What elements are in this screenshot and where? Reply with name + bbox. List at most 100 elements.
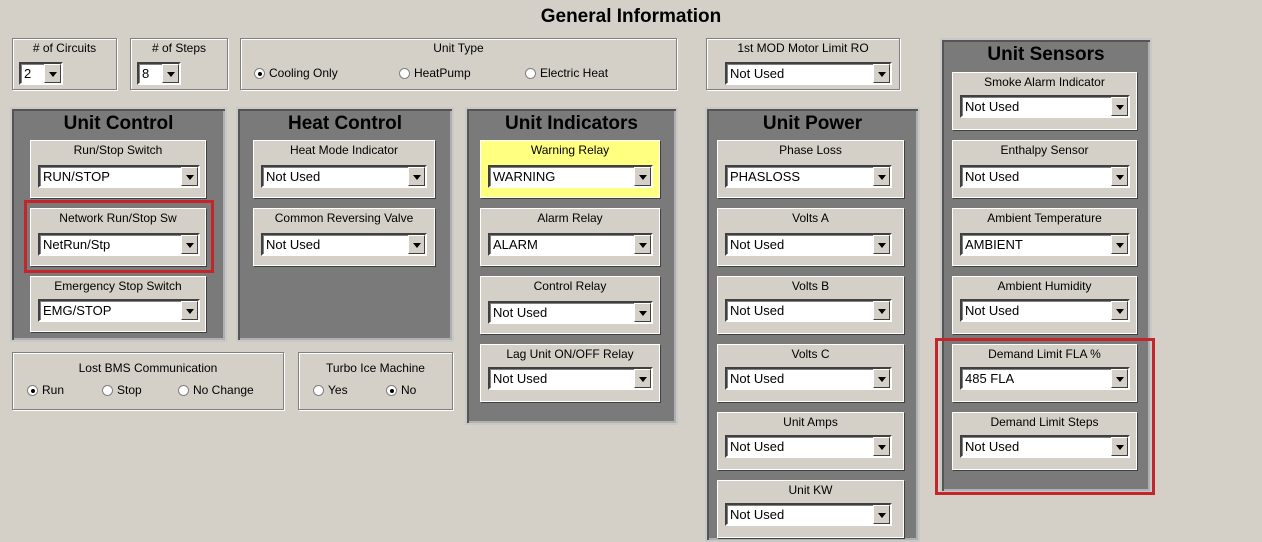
ambient-humidity-value: Not Used xyxy=(965,303,1020,318)
reversing-valve-box: Common Reversing Valve Not Used xyxy=(253,208,435,266)
run-stop-switch-value: RUN/STOP xyxy=(43,169,110,184)
chevron-down-icon[interactable] xyxy=(873,369,890,388)
enthalpy-sensor-label: Enthalpy Sensor xyxy=(1000,143,1089,157)
unit-kw-box: Unit KW Not Used xyxy=(717,480,904,538)
emergency-stop-select[interactable]: EMG/STOP xyxy=(38,299,200,322)
chevron-down-icon[interactable] xyxy=(634,235,651,254)
volts-c-label: Volts C xyxy=(791,347,830,361)
alarm-relay-value: ALARM xyxy=(493,237,538,252)
mod-motor-select[interactable]: Not Used xyxy=(725,62,892,85)
phase-loss-select[interactable]: PHASLOSS xyxy=(725,165,892,188)
chevron-down-icon[interactable] xyxy=(181,167,198,186)
unit-type-cooling-radio[interactable]: Cooling Only xyxy=(254,66,338,80)
network-run-stop-select[interactable]: NetRun/Stp xyxy=(38,233,200,256)
volts-a-select[interactable]: Not Used xyxy=(725,233,892,256)
unit-type-heatpump-radio[interactable]: HeatPump xyxy=(399,66,471,80)
network-run-stop-value: NetRun/Stp xyxy=(43,237,111,252)
demand-limit-fla-select[interactable]: 485 FLA xyxy=(960,367,1130,390)
volts-c-select[interactable]: Not Used xyxy=(725,367,892,390)
ambient-humidity-label: Ambient Humidity xyxy=(997,279,1092,293)
chevron-down-icon[interactable] xyxy=(634,303,651,322)
lag-unit-relay-select[interactable]: Not Used xyxy=(488,367,653,390)
chevron-down-icon[interactable] xyxy=(873,64,890,83)
mod-motor-label: 1st MOD Motor Limit RO xyxy=(737,41,869,55)
circuits-select[interactable]: 2 xyxy=(19,62,63,85)
chevron-down-icon[interactable] xyxy=(873,301,890,320)
chevron-down-icon[interactable] xyxy=(408,235,425,254)
enthalpy-sensor-value: Not Used xyxy=(965,169,1020,184)
control-relay-select[interactable]: Not Used xyxy=(488,301,653,324)
circuits-label: # of Circuits xyxy=(32,41,97,55)
radio-label: HeatPump xyxy=(414,66,471,80)
warning-relay-select[interactable]: WARNING xyxy=(488,165,653,188)
demand-limit-steps-select[interactable]: Not Used xyxy=(960,435,1130,458)
ambient-temperature-label: Ambient Temperature xyxy=(987,211,1102,225)
radio-icon xyxy=(178,384,189,396)
turbo-ice-group: Turbo Ice Machine xyxy=(298,352,453,410)
unit-amps-box: Unit Amps Not Used xyxy=(717,412,904,470)
turbo-ice-no-radio[interactable]: No xyxy=(386,383,416,397)
radio-icon xyxy=(525,67,536,79)
radio-icon xyxy=(399,67,410,79)
chevron-down-icon[interactable] xyxy=(873,235,890,254)
chevron-down-icon[interactable] xyxy=(408,167,425,186)
radio-label: Stop xyxy=(117,383,142,397)
demand-limit-steps-label: Demand Limit Steps xyxy=(990,415,1099,429)
ambient-humidity-select[interactable]: Not Used xyxy=(960,299,1130,322)
volts-a-value: Not Used xyxy=(730,237,785,252)
chevron-down-icon[interactable] xyxy=(44,64,61,83)
enthalpy-sensor-select[interactable]: Not Used xyxy=(960,165,1130,188)
chevron-down-icon[interactable] xyxy=(1111,369,1128,388)
smoke-alarm-box: Smoke Alarm Indicator Not Used xyxy=(952,72,1137,130)
run-stop-switch-box: Run/Stop Switch RUN/STOP xyxy=(30,140,206,198)
demand-limit-steps-box: Demand Limit Steps Not Used xyxy=(952,412,1137,470)
lost-bms-run-radio[interactable]: Run xyxy=(27,383,64,397)
smoke-alarm-select[interactable]: Not Used xyxy=(960,95,1130,118)
chevron-down-icon[interactable] xyxy=(634,167,651,186)
chevron-down-icon[interactable] xyxy=(1111,235,1128,254)
chevron-down-icon[interactable] xyxy=(873,167,890,186)
reversing-valve-value: Not Used xyxy=(266,237,321,252)
radio-label: Electric Heat xyxy=(540,66,609,80)
chevron-down-icon[interactable] xyxy=(873,437,890,456)
turbo-ice-yes-radio[interactable]: Yes xyxy=(313,383,348,397)
ambient-temperature-select[interactable]: AMBIENT xyxy=(960,233,1130,256)
unit-kw-value: Not Used xyxy=(730,507,785,522)
reversing-valve-label: Common Reversing Valve xyxy=(274,211,414,225)
radio-label: Yes xyxy=(328,383,348,397)
chevron-down-icon[interactable] xyxy=(873,505,890,524)
chevron-down-icon[interactable] xyxy=(181,301,198,320)
chevron-down-icon[interactable] xyxy=(1111,437,1128,456)
heat-mode-indicator-select[interactable]: Not Used xyxy=(261,165,427,188)
unit-amps-select[interactable]: Not Used xyxy=(725,435,892,458)
warning-relay-label: Warning Relay xyxy=(530,143,610,157)
demand-limit-fla-label: Demand Limit FLA % xyxy=(988,347,1101,361)
unit-indicators-title: Unit Indicators xyxy=(504,113,638,134)
demand-limit-fla-box: Demand Limit FLA % 485 FLA xyxy=(952,344,1137,402)
unit-kw-select[interactable]: Not Used xyxy=(725,503,892,526)
lost-bms-stop-radio[interactable]: Stop xyxy=(102,383,142,397)
chevron-down-icon[interactable] xyxy=(181,235,198,254)
chevron-down-icon[interactable] xyxy=(634,369,651,388)
chevron-down-icon[interactable] xyxy=(162,64,179,83)
alarm-relay-select[interactable]: ALARM xyxy=(488,233,653,256)
unit-sensors-title: Unit Sensors xyxy=(987,44,1105,65)
emergency-stop-label: Emergency Stop Switch xyxy=(54,279,182,293)
unit-control-title: Unit Control xyxy=(63,113,174,134)
chevron-down-icon[interactable] xyxy=(1111,167,1128,186)
unit-type-electric-radio[interactable]: Electric Heat xyxy=(525,66,608,80)
steps-select[interactable]: 8 xyxy=(137,62,181,85)
reversing-valve-select[interactable]: Not Used xyxy=(261,233,427,256)
run-stop-switch-select[interactable]: RUN/STOP xyxy=(38,165,200,188)
heat-mode-indicator-box: Heat Mode Indicator Not Used xyxy=(253,140,435,198)
network-run-stop-box: Network Run/Stop Sw NetRun/Stp xyxy=(30,208,206,266)
volts-a-label: Volts A xyxy=(792,211,829,225)
control-relay-value: Not Used xyxy=(493,305,548,320)
radio-label: No xyxy=(401,383,417,397)
chevron-down-icon[interactable] xyxy=(1111,97,1128,116)
chevron-down-icon[interactable] xyxy=(1111,301,1128,320)
warning-relay-value: WARNING xyxy=(493,169,556,184)
ambient-temperature-value: AMBIENT xyxy=(965,237,1023,252)
volts-b-select[interactable]: Not Used xyxy=(725,299,892,322)
lost-bms-nochange-radio[interactable]: No Change xyxy=(178,383,254,397)
